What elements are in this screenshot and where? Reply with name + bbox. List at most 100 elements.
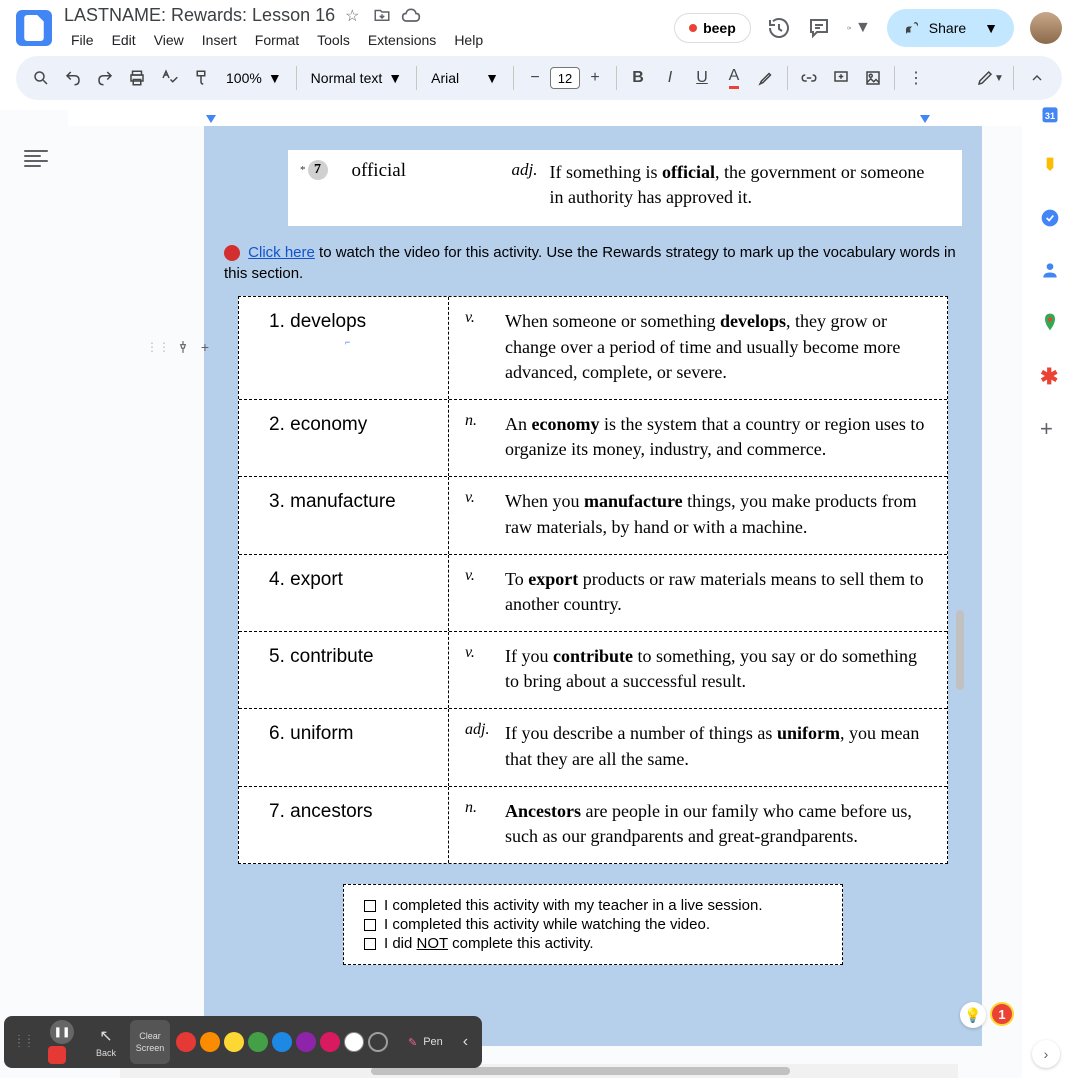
decrease-font-icon[interactable]: −	[520, 63, 550, 93]
menu-edit[interactable]: Edit	[105, 28, 143, 52]
vocab-row: 7. ancestorsn.Ancestors are people in ou…	[239, 787, 947, 863]
zoom-dropdown[interactable]: 100%▼	[218, 63, 290, 93]
color-swatch[interactable]	[344, 1032, 364, 1052]
vocab-definition: To export products or raw materials mean…	[505, 567, 931, 617]
calendar-icon[interactable]: 31	[1040, 104, 1060, 124]
comments-icon[interactable]	[807, 16, 831, 40]
menu-file[interactable]: File	[64, 28, 101, 52]
more-icon[interactable]: ⋮	[901, 63, 931, 93]
color-swatch[interactable]	[248, 1032, 268, 1052]
keep-icon[interactable]	[1040, 156, 1060, 176]
outline-toggle-icon[interactable]	[24, 150, 48, 168]
add-margin-icon[interactable]: +	[196, 338, 214, 356]
star-icon[interactable]: ☆	[345, 6, 363, 24]
color-swatch[interactable]	[272, 1032, 292, 1052]
docs-logo[interactable]	[16, 10, 52, 46]
drag-handle-icon[interactable]: ⋮⋮⋮⋮	[10, 1038, 38, 1046]
editing-mode-icon[interactable]: ▼	[975, 63, 1005, 93]
click-here-link[interactable]: Click here	[248, 244, 315, 261]
drag-handle-icon[interactable]: ⋮⋮	[146, 340, 170, 354]
increase-font-icon[interactable]: +	[580, 63, 610, 93]
menu-format[interactable]: Format	[248, 28, 306, 52]
style-dropdown[interactable]: Normal text▼	[303, 63, 410, 93]
checkbox-icon[interactable]	[364, 938, 376, 950]
notification-badge[interactable]: 1	[990, 1002, 1014, 1026]
toolbar: 100%▼ Normal text▼ Arial▼ − + B I U A ⋮ …	[16, 56, 1062, 100]
official-definition: If something is official, the government…	[549, 160, 942, 210]
explore-icon[interactable]: 💡	[960, 1002, 986, 1028]
maps-icon[interactable]	[1040, 312, 1060, 332]
checkbox-icon[interactable]	[364, 900, 376, 912]
clear-screen-button[interactable]: Clear Screen	[130, 1020, 170, 1064]
add-comment-icon[interactable]	[826, 63, 856, 93]
insert-image-icon[interactable]	[858, 63, 888, 93]
add-icon[interactable]: +	[1040, 416, 1060, 436]
color-swatch[interactable]	[224, 1032, 244, 1052]
checklist-item: I completed this activity while watching…	[364, 916, 822, 933]
highlight-icon[interactable]	[751, 63, 781, 93]
vocab-def-cell: n.Ancestors are people in our family who…	[449, 787, 947, 863]
ruler[interactable]	[68, 110, 1022, 126]
vocab-def-cell: v.To export products or raw materials me…	[449, 555, 947, 631]
document-title[interactable]: LASTNAME: Rewards: Lesson 16	[64, 5, 335, 26]
contacts-icon[interactable]	[1040, 260, 1060, 280]
menu-view[interactable]: View	[147, 28, 191, 52]
side-panel-collapse-icon[interactable]: ›	[1032, 1040, 1060, 1068]
paint-format-icon[interactable]	[186, 63, 216, 93]
checkbox-icon[interactable]	[364, 919, 376, 931]
menu-extensions[interactable]: Extensions	[361, 28, 443, 52]
official-definition-box: * 7 official adj. If something is offici…	[288, 150, 962, 226]
document-page[interactable]: ⋮⋮ + * 7 official adj. If something is o…	[204, 126, 982, 1046]
pen-icon: ✎	[408, 1036, 417, 1049]
color-swatch[interactable]	[200, 1032, 220, 1052]
recording-badge[interactable]: beep	[674, 13, 751, 43]
record-dot-icon	[689, 24, 697, 32]
addon-icon[interactable]: ✱	[1040, 364, 1060, 384]
record-icon[interactable]	[48, 1046, 66, 1064]
color-swatch[interactable]	[320, 1032, 340, 1052]
collapse-annotation-icon[interactable]: ‹	[455, 1033, 476, 1051]
vocab-word-cell: 6. uniform	[239, 709, 449, 785]
search-icon[interactable]	[26, 63, 56, 93]
print-icon[interactable]	[122, 63, 152, 93]
font-size-input[interactable]	[550, 67, 580, 89]
ruler-indent-right-icon[interactable]	[920, 115, 930, 123]
color-swatch[interactable]	[176, 1032, 196, 1052]
menu-help[interactable]: Help	[447, 28, 490, 52]
vocab-definition: If you describe a number of things as un…	[505, 721, 931, 771]
cloud-saved-icon[interactable]	[401, 6, 419, 24]
svg-text:31: 31	[1045, 111, 1055, 121]
undo-icon[interactable]	[58, 63, 88, 93]
spellcheck-icon[interactable]	[154, 63, 184, 93]
text-color-icon[interactable]: A	[719, 63, 749, 93]
font-dropdown[interactable]: Arial▼	[423, 63, 507, 93]
bold-icon[interactable]: B	[623, 63, 653, 93]
move-icon[interactable]	[373, 6, 391, 24]
meet-button[interactable]: ▼	[847, 16, 871, 40]
italic-icon[interactable]: I	[655, 63, 685, 93]
color-swatch[interactable]	[296, 1032, 316, 1052]
menu-bar: File Edit View Insert Format Tools Exten…	[64, 28, 674, 52]
redo-icon[interactable]	[90, 63, 120, 93]
color-swatch[interactable]	[368, 1032, 388, 1052]
pause-icon[interactable]: ❚❚	[50, 1020, 74, 1044]
menu-tools[interactable]: Tools	[310, 28, 357, 52]
vocab-row: 6. uniformadj.If you describe a number o…	[239, 709, 947, 786]
vertical-scrollbar[interactable]	[956, 610, 964, 690]
underline-icon[interactable]: U	[687, 63, 717, 93]
vocab-definition: When someone or something develops, they…	[505, 309, 931, 385]
share-button[interactable]: Share ▼	[887, 9, 1014, 47]
pen-tool[interactable]: ✎ Pen	[400, 1036, 451, 1049]
account-avatar[interactable]	[1030, 12, 1062, 44]
collapse-toolbar-icon[interactable]	[1022, 63, 1052, 93]
vocab-def-cell: v.When someone or something develops, th…	[449, 297, 947, 399]
back-button[interactable]: ↖ Back	[86, 1020, 126, 1064]
vocab-pos: n.	[465, 799, 505, 849]
pin-icon[interactable]	[174, 338, 192, 356]
history-icon[interactable]	[767, 16, 791, 40]
menu-insert[interactable]: Insert	[195, 28, 244, 52]
ruler-indent-left-icon[interactable]	[206, 115, 216, 123]
checklist-item: I did NOT complete this activity.	[364, 935, 822, 952]
link-icon[interactable]	[794, 63, 824, 93]
tasks-icon[interactable]	[1040, 208, 1060, 228]
